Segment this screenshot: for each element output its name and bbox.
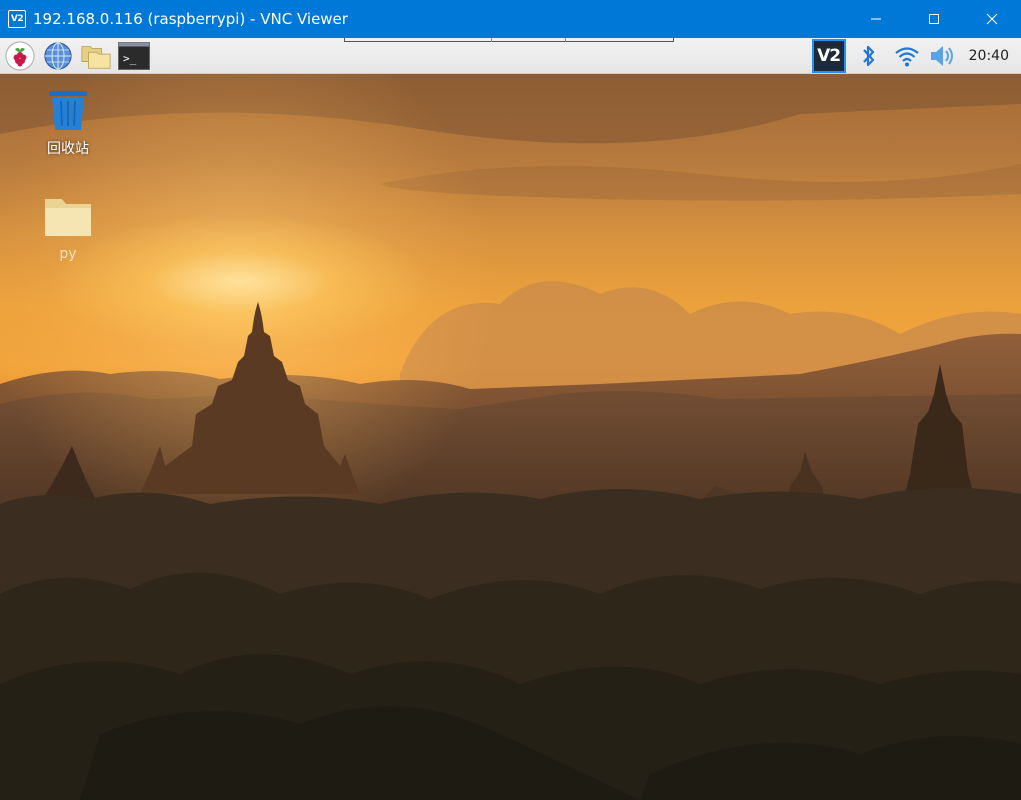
raspberry-icon (5, 41, 35, 70)
pi-taskbar: >_ V2 20:40 (0, 38, 1021, 74)
close-icon (986, 13, 998, 25)
desktop[interactable]: 回收站 py (0, 74, 1021, 800)
bluetooth-icon (862, 45, 874, 67)
system-tray: V2 20:40 (809, 38, 1021, 74)
launcher-group: >_ (4, 40, 156, 72)
minimize-icon (871, 18, 881, 20)
maximize-button[interactable] (905, 0, 963, 38)
globe-icon (44, 41, 72, 70)
trash-icon (49, 91, 87, 130)
window-title: 192.168.0.116 (raspberrypi) - VNC Viewer (33, 10, 348, 28)
vnc-server-icon: V2 (811, 39, 846, 73)
vnc-app-icon[interactable]: V2 (8, 10, 26, 28)
raspberry-menu-button[interactable] (4, 40, 36, 72)
maximize-icon (929, 14, 939, 24)
desktop-icon-label: 回收站 (47, 141, 89, 157)
close-button[interactable] (963, 0, 1021, 38)
vnc-server-tray[interactable]: V2 (809, 38, 849, 74)
wallpaper (0, 74, 1021, 800)
volume-icon (930, 46, 953, 66)
desktop-icon-trash[interactable]: 回收站 (33, 88, 103, 158)
terminal-icon: >_ (118, 41, 150, 70)
vnc-toolbar-tab[interactable] (344, 38, 674, 42)
vnc-server-icon-text: V2 (817, 46, 841, 66)
terminal-prompt: >_ (123, 52, 137, 65)
desktop-icon-label: py (59, 246, 77, 262)
web-browser-button[interactable] (42, 40, 74, 72)
minimize-button[interactable] (847, 0, 905, 38)
folder-icon (45, 199, 91, 236)
wifi-tray[interactable] (889, 38, 925, 74)
window-controls (847, 0, 1021, 38)
bluetooth-tray[interactable] (849, 38, 889, 74)
volume-tray[interactable] (925, 38, 961, 74)
desktop-icon-py-folder[interactable]: py (33, 194, 103, 262)
wifi-icon (894, 47, 919, 67)
folders-icon (81, 45, 111, 69)
clock[interactable]: 20:40 (969, 48, 1009, 64)
file-manager-button[interactable] (80, 40, 112, 72)
terminal-button[interactable]: >_ (118, 40, 150, 72)
window-titlebar[interactable]: V2 192.168.0.116 (raspberrypi) - VNC Vie… (0, 0, 1021, 38)
